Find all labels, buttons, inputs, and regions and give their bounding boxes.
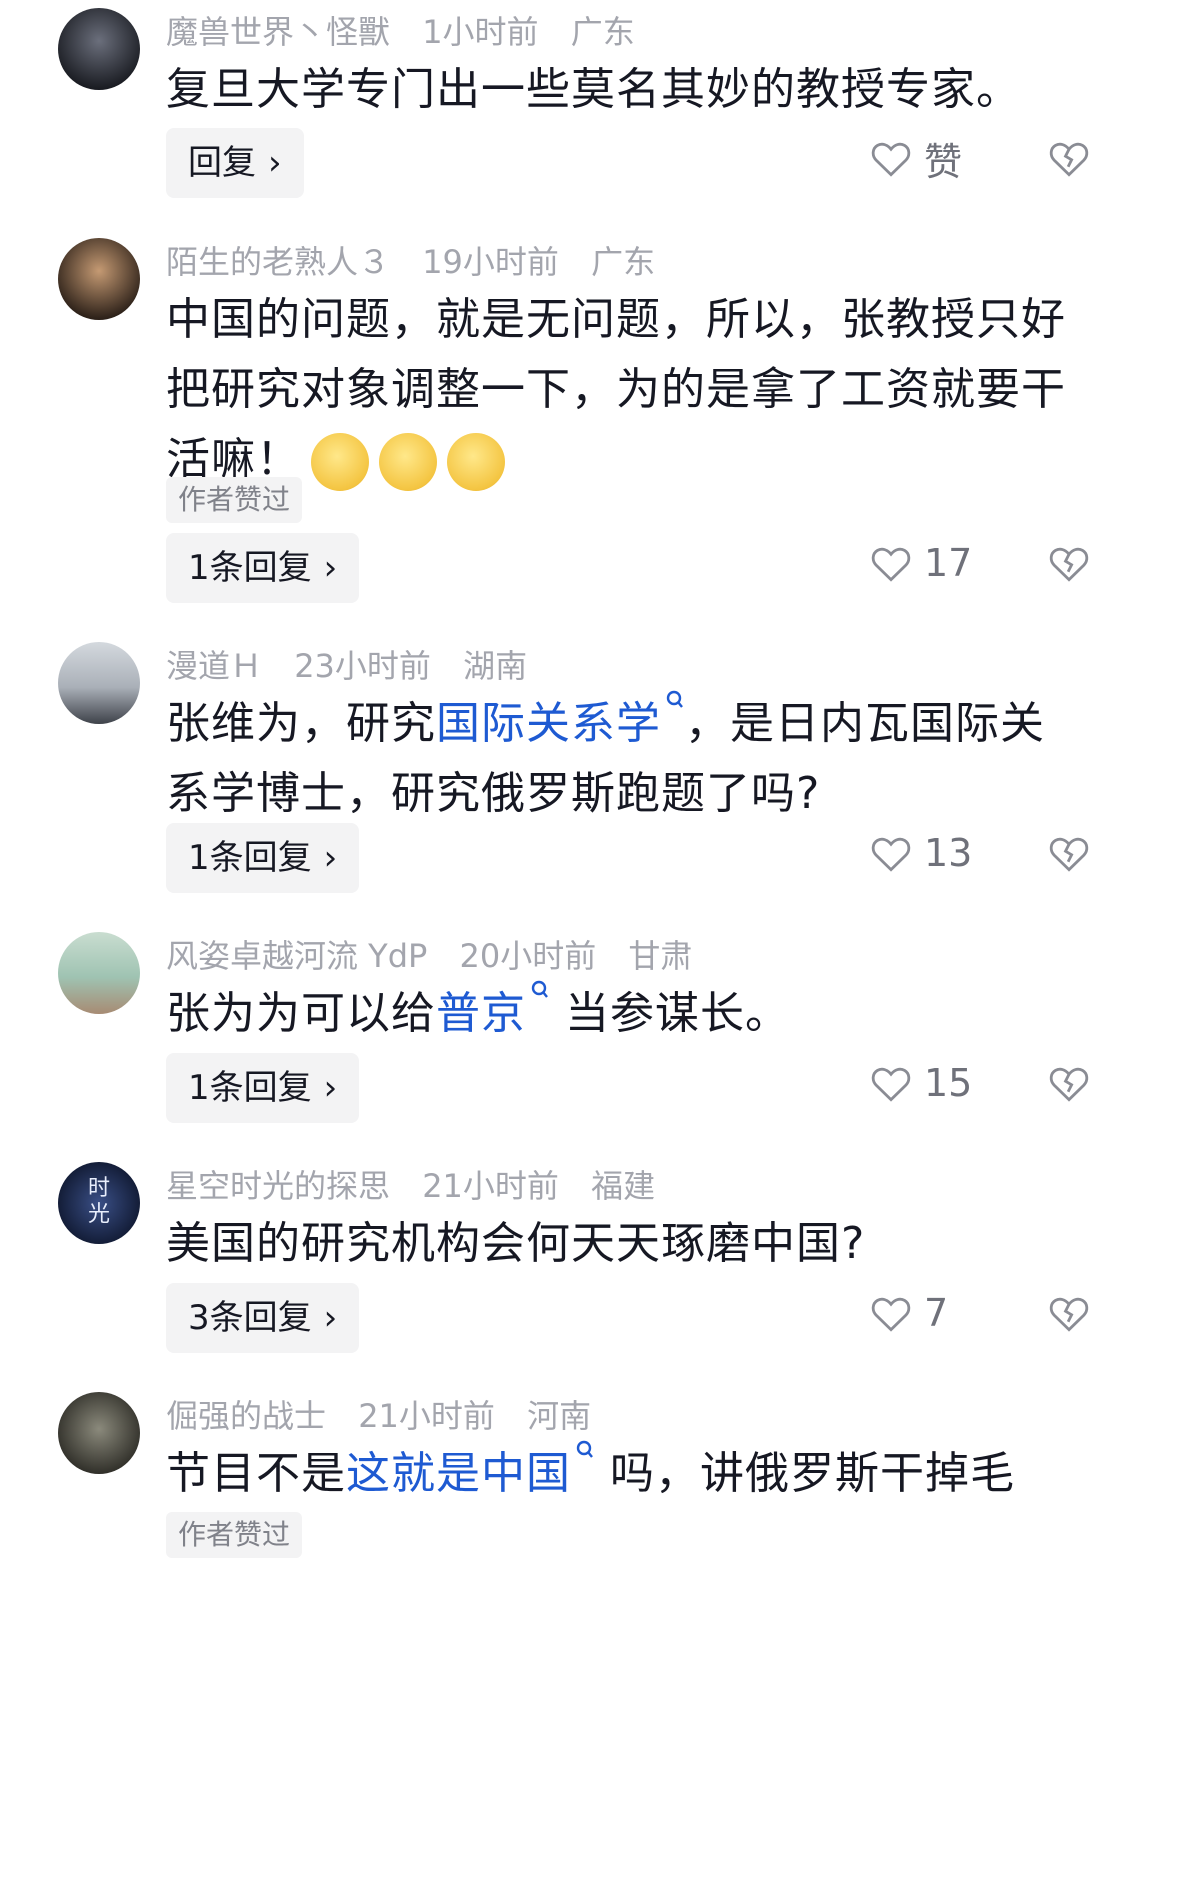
- avatar-text: 时光: [87, 1176, 110, 1227]
- reply-button[interactable]: 1条回复 ›: [166, 1053, 360, 1123]
- author-liked-badge: 作者赞过: [166, 477, 303, 523]
- username[interactable]: 星空时光的探思: [166, 1167, 390, 1205]
- username[interactable]: 风姿卓越河流 YdP: [166, 937, 427, 975]
- region: 广东: [570, 13, 635, 51]
- avatar[interactable]: [58, 238, 140, 320]
- timestamp: 19小时前: [422, 243, 559, 281]
- region: 湖南: [463, 647, 528, 685]
- search-icon[interactable]: [663, 689, 685, 723]
- comment-meta: 魔兽世界丶怪獸 1小时前 广东: [166, 12, 657, 52]
- dislike-button[interactable]: [1048, 1278, 1090, 1348]
- region: 广东: [591, 243, 656, 281]
- region: 福建: [591, 1167, 656, 1205]
- comment-meta: 星空时光的探思 21小时前 福建: [166, 1166, 677, 1206]
- smile-emoji-icon: [379, 433, 437, 491]
- like-count: 13: [924, 831, 973, 875]
- avatar[interactable]: [58, 932, 140, 1014]
- avatar[interactable]: 时光: [58, 1162, 140, 1244]
- comment-text: 张为为可以给普京 当参谋长。: [166, 979, 1086, 1049]
- heart-icon: [871, 837, 911, 872]
- search-icon[interactable]: [528, 979, 550, 1013]
- avatar[interactable]: [58, 8, 140, 90]
- like-button[interactable]: 赞: [870, 123, 962, 193]
- comment-meta: 陌生的老熟人３ 19小时前 广东: [166, 242, 677, 282]
- reply-button[interactable]: 3条回复 ›: [166, 1283, 360, 1353]
- search-icon[interactable]: [573, 1439, 595, 1473]
- region: 河南: [527, 1397, 592, 1435]
- region: 甘肃: [628, 937, 693, 975]
- reply-button[interactable]: 回复 ›: [166, 128, 304, 198]
- chevron-right-icon: ›: [323, 838, 338, 878]
- chevron-right-icon: ›: [323, 1298, 338, 1338]
- username[interactable]: 倔强的战士: [166, 1397, 326, 1435]
- chevron-right-icon: ›: [323, 1068, 338, 1108]
- dislike-button[interactable]: [1048, 123, 1090, 193]
- dislike-button[interactable]: [1048, 1048, 1090, 1118]
- comment-text: 张维为，研究国际关系学 ，是日内瓦国际关系学博士，研究俄罗斯跑题了吗?: [166, 689, 1086, 829]
- like-count: 17: [924, 541, 973, 585]
- username[interactable]: 漫道Ｈ: [166, 647, 262, 685]
- topic-link[interactable]: 普京: [436, 988, 526, 1039]
- like-count: 7: [924, 1291, 949, 1335]
- smile-emoji-icon: [311, 433, 369, 491]
- comment-text: 复旦大学专门出一些莫名其妙的教授专家。: [166, 64, 1021, 115]
- timestamp: 1小时前: [422, 13, 539, 51]
- like-button[interactable]: 13: [870, 818, 972, 888]
- timestamp: 21小时前: [422, 1167, 559, 1205]
- heart-icon: [871, 142, 911, 177]
- timestamp: 21小时前: [358, 1397, 495, 1435]
- comment-meta: 漫道Ｈ 23小时前 湖南: [166, 646, 549, 686]
- comment-meta: 倔强的战士 21小时前 河南: [166, 1396, 613, 1436]
- comment-text: 美国的研究机构会何天天琢磨中国?: [166, 1218, 866, 1269]
- reply-button[interactable]: 1条回复 ›: [166, 533, 360, 603]
- broken-heart-icon: [1049, 142, 1089, 177]
- like-button[interactable]: 15: [870, 1048, 972, 1118]
- username[interactable]: 陌生的老熟人３: [166, 243, 390, 281]
- author-liked-badge: 作者赞过: [166, 1512, 303, 1558]
- comment-meta: 风姿卓越河流 YdP 20小时前 甘肃: [166, 936, 714, 976]
- broken-heart-icon: [1049, 1297, 1089, 1332]
- avatar[interactable]: [58, 642, 140, 724]
- dislike-button[interactable]: [1048, 528, 1090, 598]
- broken-heart-icon: [1049, 547, 1089, 582]
- heart-icon: [871, 1297, 911, 1332]
- like-count: 赞: [924, 139, 963, 184]
- broken-heart-icon: [1049, 837, 1089, 872]
- dislike-button[interactable]: [1048, 818, 1090, 888]
- smile-emoji-icon: [447, 433, 505, 491]
- like-button[interactable]: 17: [870, 528, 972, 598]
- comment-text: 节目不是这就是中国 吗，讲俄罗斯干掉毛: [166, 1439, 1086, 1509]
- chevron-right-icon: ›: [268, 143, 282, 183]
- broken-heart-icon: [1049, 1067, 1089, 1102]
- topic-link[interactable]: 国际关系学: [436, 698, 661, 749]
- like-count: 15: [924, 1061, 973, 1105]
- comment-text: 中国的问题，就是无问题，所以，张教授只好把研究对象调整一下，为的是拿了工资就要干…: [166, 285, 1086, 495]
- timestamp: 23小时前: [294, 647, 431, 685]
- heart-icon: [871, 1067, 911, 1102]
- username[interactable]: 魔兽世界丶怪獸: [166, 13, 390, 51]
- reply-button[interactable]: 1条回复 ›: [166, 823, 360, 893]
- topic-link[interactable]: 这就是中国: [346, 1448, 571, 1499]
- timestamp: 20小时前: [459, 937, 597, 975]
- heart-icon: [871, 547, 911, 582]
- avatar[interactable]: [58, 1392, 140, 1474]
- chevron-right-icon: ›: [323, 548, 338, 588]
- like-button[interactable]: 7: [870, 1278, 948, 1348]
